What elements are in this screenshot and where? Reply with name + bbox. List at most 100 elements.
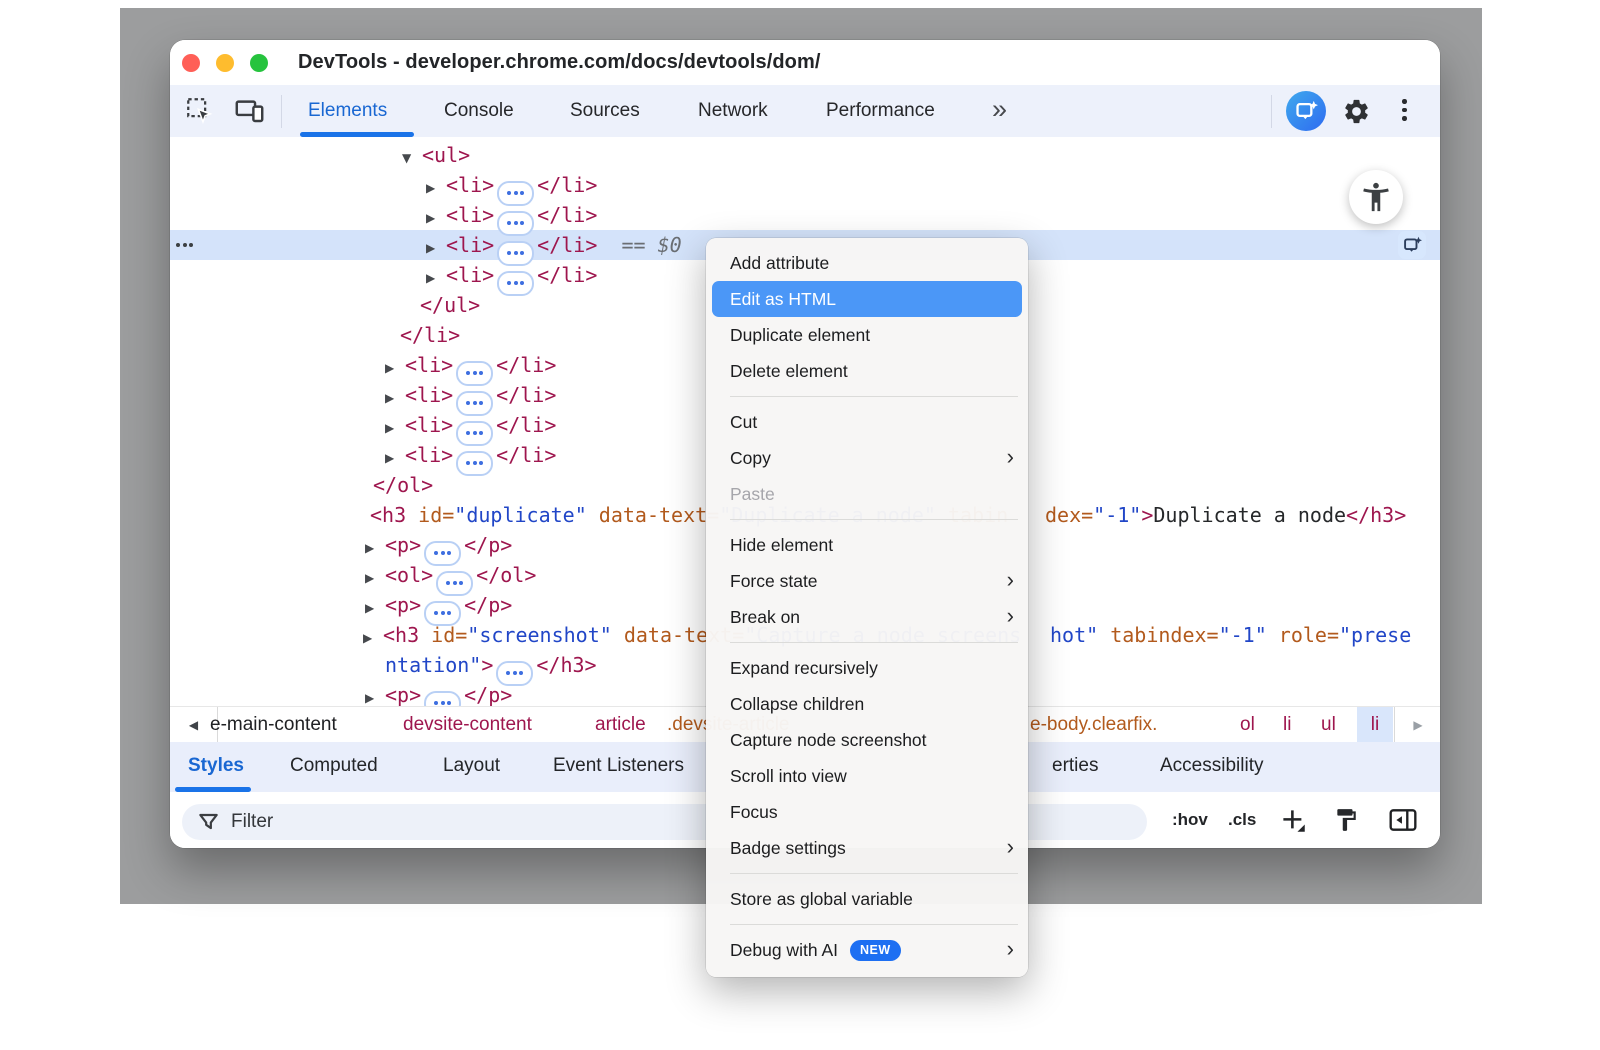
context-menu-item-force-state[interactable]: Force state› [706, 563, 1028, 599]
collapsed-content-icon[interactable] [424, 691, 461, 707]
context-menu-item-add-attribute[interactable]: Add attribute [706, 245, 1028, 281]
devtools-toolbar: Elements Console Sources Network Performance… [170, 85, 1440, 138]
disclosure-collapsed-icon[interactable]: ▶ [385, 443, 405, 473]
code-token: </p> [464, 593, 512, 617]
dom-tree-row[interactable]: ▶<li></li> [385, 350, 556, 380]
minimize-window-button[interactable] [216, 54, 234, 72]
zoom-window-button[interactable] [250, 54, 268, 72]
dom-tree-row[interactable]: ▶<p></p> [365, 590, 512, 620]
context-menu-item-badge-settings[interactable]: Badge settings› [706, 830, 1028, 866]
disclosure-collapsed-icon[interactable]: ▶ [426, 203, 446, 233]
code-token: "-1" [1219, 623, 1267, 647]
inspect-element-icon[interactable] [184, 95, 214, 126]
menu-item-label: Delete element [730, 361, 848, 382]
context-menu-item-duplicate-element[interactable]: Duplicate element [706, 317, 1028, 353]
dom-tree-row[interactable]: ▶<li></li> [426, 200, 597, 230]
disclosure-expanded-icon[interactable]: ▼ [402, 143, 422, 173]
menu-separator [730, 519, 1018, 520]
more-tabs-icon[interactable]: » [992, 85, 1007, 136]
tab-console[interactable]: Console [444, 85, 514, 136]
kebab-menu-icon[interactable] [1402, 99, 1407, 121]
dom-tree-row[interactable]: ▶<li></li> [385, 380, 556, 410]
context-menu-item-collapse-children[interactable]: Collapse children [706, 686, 1028, 722]
code-token: </li> [496, 413, 556, 437]
settings-gear-icon[interactable] [1341, 93, 1371, 129]
breadcrumb-item-e-body-clearfix-[interactable]: e-body.clearfix. [1030, 707, 1157, 743]
context-menu-item-capture-node-screenshot[interactable]: Capture node screenshot [706, 722, 1028, 758]
code-token: role= [1267, 623, 1339, 647]
dom-tree-row[interactable]: ▶<li></li> [385, 410, 556, 440]
context-menu-item-focus[interactable]: Focus [706, 794, 1028, 830]
dom-tree-row[interactable]: </li> [400, 320, 460, 350]
sidebar-tab-computed[interactable]: Computed [290, 742, 378, 792]
context-menu-item-cut[interactable]: Cut [706, 404, 1028, 440]
tab-elements[interactable]: Elements [308, 85, 387, 136]
element-classes-button[interactable]: .cls [1228, 792, 1256, 848]
disclosure-collapsed-icon[interactable]: ▶ [426, 263, 446, 293]
dom-tree-row[interactable]: ▶<p></p> [365, 530, 512, 560]
context-menu-item-break-on[interactable]: Break on› [706, 599, 1028, 635]
context-menu-item-copy[interactable]: Copy› [706, 440, 1028, 476]
paint-brush-icon[interactable] [1333, 792, 1359, 848]
collapsed-content-icon[interactable] [456, 451, 493, 476]
sidebar-tab-erties[interactable]: erties [1052, 742, 1098, 792]
accessibility-overlay-button[interactable] [1349, 170, 1403, 224]
sidebar-tab-event-listeners[interactable]: Event Listeners [553, 742, 684, 792]
tab-performance[interactable]: Performance [826, 85, 935, 136]
dom-tree-row[interactable]: </ol> [373, 470, 433, 500]
tab-sources[interactable]: Sources [570, 85, 640, 136]
toggle-pseudo-state-button[interactable]: :hov [1172, 792, 1208, 848]
breadcrumb-item-e-main-content[interactable]: e-main-content [210, 707, 337, 743]
sidebar-tab-accessibility[interactable]: Accessibility [1160, 742, 1263, 792]
disclosure-collapsed-icon[interactable]: ▶ [365, 683, 385, 706]
context-menu-item-hide-element[interactable]: Hide element [706, 527, 1028, 563]
sidebar-tab-styles[interactable]: Styles [188, 742, 244, 792]
tab-network[interactable]: Network [698, 85, 768, 136]
device-toolbar-icon[interactable] [232, 95, 266, 126]
disclosure-collapsed-icon[interactable]: ▶ [426, 233, 446, 263]
dom-tree-row[interactable]: </ul> [420, 290, 480, 320]
dom-tree-row[interactable]: ▶<ol></ol> [365, 560, 536, 590]
dom-tree-row[interactable]: ▶<li></li> [385, 440, 556, 470]
disclosure-collapsed-icon[interactable]: ▶ [385, 383, 405, 413]
context-menu-item-edit-as-html[interactable]: Edit as HTML [712, 281, 1022, 317]
breadcrumb-item-ul[interactable]: ul [1321, 707, 1336, 743]
close-window-button[interactable] [182, 54, 200, 72]
context-menu-item-store-as-global-variable[interactable]: Store as global variable [706, 881, 1028, 917]
dom-tree-row[interactable]: ntation"></h3> [385, 650, 597, 680]
dock-panel-icon[interactable] [1388, 792, 1418, 848]
dom-tree-row[interactable]: ▼<ul> [402, 140, 470, 170]
disclosure-collapsed-icon[interactable]: ▶ [385, 353, 405, 383]
overflow-dots-marker[interactable] [176, 243, 193, 247]
context-menu-item-scroll-into-view[interactable]: Scroll into view [706, 758, 1028, 794]
new-style-rule-button[interactable] [1280, 792, 1307, 848]
disclosure-collapsed-icon[interactable]: ▶ [365, 593, 385, 623]
dom-tree-row[interactable]: <li [352, 137, 388, 145]
breadcrumb-item-li[interactable]: li [1283, 707, 1291, 743]
collapsed-content-icon[interactable] [497, 271, 534, 296]
dom-tree-row[interactable]: ▶<li></li> == $0 [426, 230, 682, 260]
breadcrumb-scroll-right-button[interactable]: ▶ [1394, 707, 1440, 743]
context-menu-item-debug-with-ai[interactable]: Debug with AINEW› [706, 932, 1028, 968]
disclosure-collapsed-icon[interactable]: ▶ [385, 413, 405, 443]
disclosure-collapsed-icon[interactable]: ▶ [365, 533, 385, 563]
ai-hint-button[interactable] [1398, 231, 1426, 259]
menu-item-label: Add attribute [730, 253, 829, 274]
disclosure-collapsed-icon[interactable]: ▶ [363, 623, 383, 653]
context-menu-item-expand-recursively[interactable]: Expand recursively [706, 650, 1028, 686]
dom-tree-row[interactable]: ▶<p></p> [365, 680, 512, 706]
disclosure-collapsed-icon[interactable]: ▶ [426, 173, 446, 203]
breadcrumb-item-li-selected[interactable]: li [1357, 707, 1393, 743]
sidebar-tab-layout[interactable]: Layout [443, 742, 500, 792]
breadcrumb-item-article[interactable]: article [595, 707, 646, 743]
breadcrumb-item-devsite-content[interactable]: devsite-content [403, 707, 532, 743]
disclosure-collapsed-icon[interactable]: ▶ [365, 563, 385, 593]
ai-assistant-button[interactable] [1286, 91, 1326, 131]
dom-tree-row[interactable]: ▶<li></li> [426, 260, 597, 290]
dom-tree-row[interactable]: ▶<li></li> [426, 170, 597, 200]
code-token: $0 [658, 233, 682, 257]
menu-item-label: Paste [730, 484, 775, 505]
context-menu-item-delete-element[interactable]: Delete element [706, 353, 1028, 389]
breadcrumb-item-ol[interactable]: ol [1240, 707, 1255, 743]
code-token: > [1141, 503, 1153, 527]
